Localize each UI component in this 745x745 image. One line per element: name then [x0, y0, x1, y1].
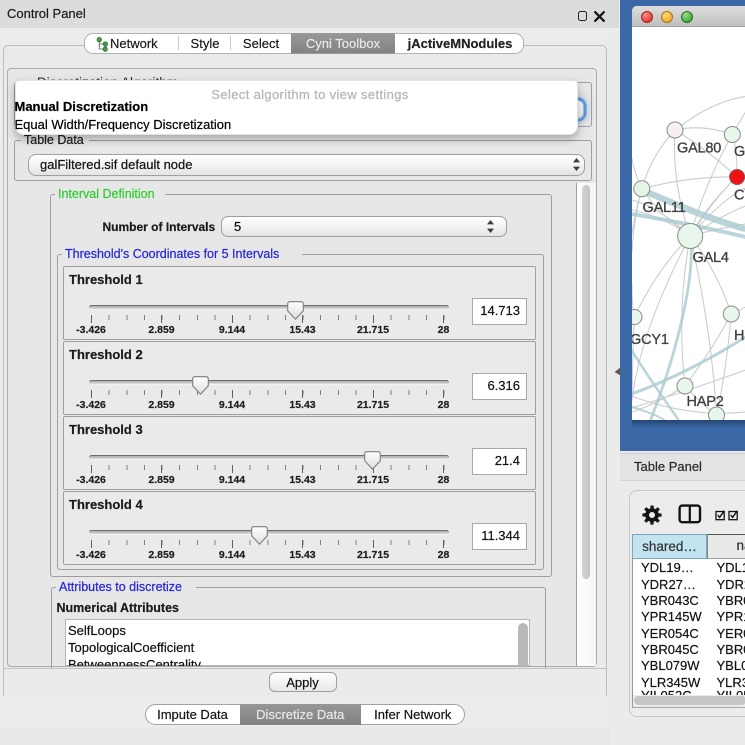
- svg-text:CY: CY: [734, 188, 745, 204]
- svg-text:GA: GA: [734, 144, 745, 160]
- svg-text:GAL80: GAL80: [677, 141, 721, 157]
- svg-text:H: H: [734, 328, 744, 344]
- svg-text:GCY1: GCY1: [632, 332, 669, 348]
- svg-text:GAL11: GAL11: [642, 200, 685, 216]
- svg-text:HAP2: HAP2: [686, 394, 723, 410]
- svg-text:GAL4: GAL4: [692, 250, 728, 266]
